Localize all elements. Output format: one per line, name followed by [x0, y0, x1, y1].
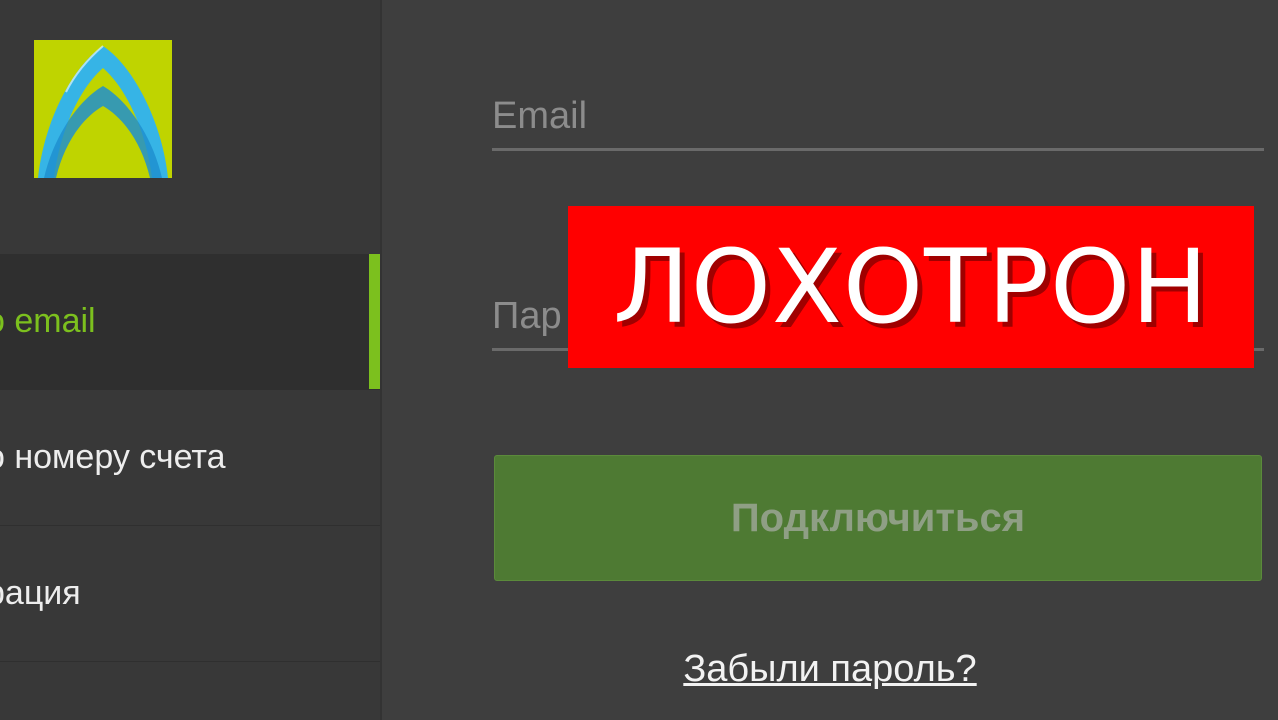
sidebar-item-label: рация [0, 574, 81, 612]
sidebar-item-label: о email [0, 302, 96, 340]
sidebar-item-label: о номеру счета [0, 438, 226, 476]
email-field-wrapper [492, 84, 1264, 151]
forgot-password-link[interactable]: Забыли пароль? [382, 648, 1278, 691]
sidebar: о email о номеру счета рация [0, 0, 382, 720]
sidebar-item-account-number[interactable]: о номеру счета [0, 390, 380, 526]
arch-logo-icon [34, 40, 172, 178]
email-field[interactable] [492, 84, 1264, 148]
connect-button[interactable]: Подключиться [494, 455, 1262, 581]
sidebar-item-registration[interactable]: рация [0, 526, 380, 662]
scam-stamp-overlay: ЛОХОТРОН [568, 206, 1254, 368]
sidebar-item-email[interactable]: о email [0, 254, 380, 390]
